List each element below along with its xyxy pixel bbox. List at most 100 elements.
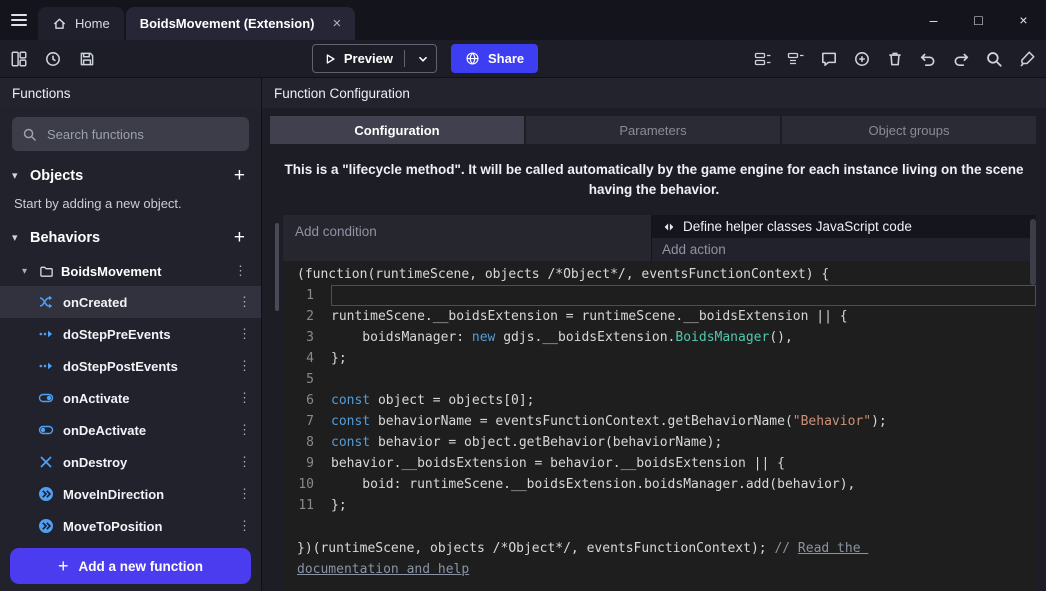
comment-icon[interactable] <box>820 50 838 68</box>
condensed-list-icon[interactable] <box>787 50 805 68</box>
line-content: }; <box>331 495 1036 516</box>
line-content <box>331 369 1036 390</box>
function-item-ondeactivate[interactable]: onDeActivate ⋮ <box>0 414 261 446</box>
chevron-down-icon[interactable] <box>412 48 434 70</box>
scrollbar-thumb[interactable] <box>1030 219 1036 285</box>
maximize-button[interactable]: □ <box>956 0 1001 40</box>
item-menu-icon[interactable]: ⋮ <box>232 518 257 534</box>
function-label: onCreated <box>63 295 223 310</box>
function-item-moveindirection[interactable]: MoveInDirection⋮ <box>0 478 261 510</box>
add-action-button[interactable]: Add action <box>652 238 1036 261</box>
line-content: }; <box>331 348 1036 369</box>
item-menu-icon[interactable]: ⋮ <box>232 358 257 374</box>
code-icon <box>662 220 676 234</box>
window-controls: – □ × <box>911 0 1046 40</box>
line-number: 10 <box>283 474 331 495</box>
tab-parameters[interactable]: Parameters <box>526 116 780 144</box>
event-drag-gutter[interactable] <box>270 215 283 591</box>
function-item-movetoposition[interactable]: MoveToPosition ⋮ <box>0 510 261 542</box>
tab-configuration[interactable]: Configuration <box>270 116 524 144</box>
search-functions-input[interactable] <box>45 126 239 143</box>
item-menu-icon[interactable]: ⋮ <box>232 326 257 342</box>
search-icon[interactable] <box>985 50 1003 68</box>
line-number: 7 <box>283 411 331 432</box>
redo-icon[interactable] <box>952 50 970 68</box>
minimize-button[interactable]: – <box>911 0 956 40</box>
function-item-onactivate[interactable]: onActivate⋮ <box>0 382 261 414</box>
events-scrollbar[interactable] <box>1030 219 1036 591</box>
function-label: onDeActivate <box>63 423 223 438</box>
item-menu-icon[interactable]: ⋮ <box>232 486 257 502</box>
folder-menu-icon[interactable]: ⋮ <box>228 263 253 279</box>
move-icon <box>38 486 54 502</box>
function-label: MoveToPosition <box>63 519 223 534</box>
item-menu-icon[interactable]: ⋮ <box>232 390 257 406</box>
code-line-2[interactable]: 2runtimeScene.__boidsExtension = runtime… <box>283 306 1036 327</box>
code-line-8[interactable]: 8const behavior = object.getBehavior(beh… <box>283 432 1036 453</box>
line-number: 5 <box>283 369 331 390</box>
destroy-icon <box>38 454 54 470</box>
tab-home[interactable]: Home <box>38 7 124 40</box>
close-tab-icon[interactable]: × <box>332 15 341 32</box>
add-object-button[interactable]: + <box>230 165 249 187</box>
function-label: doStepPreEvents <box>63 327 223 342</box>
steps-icon <box>38 326 54 342</box>
code-line-11[interactable]: 11}; <box>283 495 1036 516</box>
globe-icon <box>465 51 480 66</box>
configuration-tabs: ConfigurationParametersObject groups <box>270 116 1036 144</box>
chevron-down-icon: ▾ <box>22 266 32 277</box>
code-line-4[interactable]: 4}; <box>283 348 1036 369</box>
main-menu-button[interactable] <box>0 0 38 40</box>
add-behavior-button[interactable]: + <box>230 227 249 249</box>
chevron-down-icon: ▾ <box>12 231 22 244</box>
function-item-dosteppreevents[interactable]: doStepPreEvents ⋮ <box>0 318 261 350</box>
code-line-9[interactable]: 9behavior.__boidsExtension = behavior.__… <box>283 453 1036 474</box>
home-icon <box>52 16 67 31</box>
events-list-icon[interactable] <box>754 50 772 68</box>
history-icon[interactable] <box>44 50 62 68</box>
tab-object-groups[interactable]: Object groups <box>782 116 1036 144</box>
share-button[interactable]: Share <box>451 44 538 73</box>
add-new-function-button[interactable]: + Add a new function <box>10 548 251 584</box>
add-action-label: Add action <box>662 242 726 257</box>
folder-boidsmovement[interactable]: ▾ BoidsMovement ⋮ <box>0 256 261 286</box>
js-code-event-header[interactable]: Define helper classes JavaScript code <box>652 215 1036 238</box>
code-line-1[interactable]: 1 <box>283 285 1036 306</box>
item-menu-icon[interactable]: ⋮ <box>232 454 257 470</box>
code-line-7[interactable]: 7const behaviorName = eventsFunctionCont… <box>283 411 1036 432</box>
item-menu-icon[interactable]: ⋮ <box>232 294 257 310</box>
tab-boidsmovement-extension[interactable]: BoidsMovement (Extension) × <box>126 7 356 40</box>
search-functions-box[interactable] <box>12 117 249 151</box>
save-icon[interactable] <box>78 50 96 68</box>
shuffle-icon <box>38 294 54 310</box>
behaviors-section-label: Behaviors <box>30 230 222 246</box>
play-icon <box>323 52 337 66</box>
code-wrapper-header: (function(runtimeScene, objects /*Object… <box>283 264 1036 285</box>
line-number: 6 <box>283 390 331 411</box>
trash-icon[interactable] <box>886 50 904 68</box>
add-circle-icon[interactable] <box>853 50 871 68</box>
function-item-ondestroy[interactable]: onDestroy⋮ <box>0 446 261 478</box>
behaviors-section-header[interactable]: ▾ Behaviors + <box>0 219 261 256</box>
add-function-label: Add a new function <box>79 559 204 574</box>
code-line-5[interactable]: 5 <box>283 369 1036 390</box>
preview-button[interactable]: Preview <box>312 44 437 73</box>
code-line-10[interactable]: 10 boid: runtimeScene.__boidsExtension.b… <box>283 474 1036 495</box>
objects-section-header[interactable]: ▾ Objects + <box>0 157 261 194</box>
code-line-6[interactable]: 6const object = objects[0]; <box>283 390 1036 411</box>
js-code-editor[interactable]: (function(runtimeScene, objects /*Object… <box>283 261 1036 591</box>
undo-icon[interactable] <box>919 50 937 68</box>
item-menu-icon[interactable]: ⋮ <box>232 422 257 438</box>
line-number: 1 <box>283 285 331 306</box>
plus-icon: + <box>58 556 69 577</box>
add-condition-button[interactable]: Add condition <box>283 215 652 261</box>
theme-brush-icon[interactable] <box>1018 50 1036 68</box>
project-manager-icon[interactable] <box>10 50 28 68</box>
code-line-3[interactable]: 3 boidsManager: new gdjs.__boidsExtensio… <box>283 327 1036 348</box>
function-item-dosteppostevents[interactable]: doStepPostEvents⋮ <box>0 350 261 382</box>
event-drag-handle[interactable] <box>275 223 279 311</box>
line-content: runtimeScene.__boidsExtension = runtimeS… <box>331 306 1036 327</box>
close-button[interactable]: × <box>1001 0 1046 40</box>
function-item-oncreated[interactable]: onCreated ⋮ <box>0 286 261 318</box>
objects-section-label: Objects <box>30 168 222 184</box>
